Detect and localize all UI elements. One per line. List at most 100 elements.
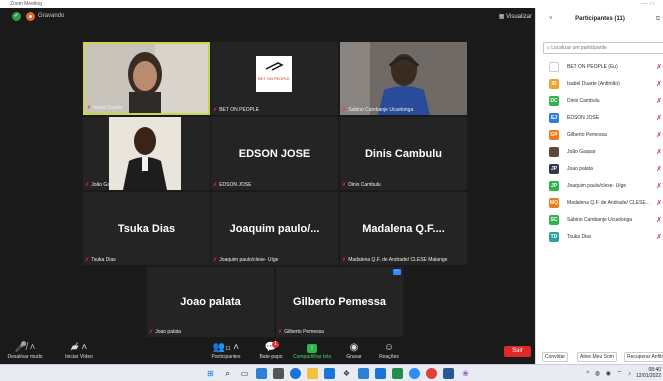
more-options-icon[interactable]: ··· xyxy=(393,269,401,275)
chat-button[interactable]: 💬 1 Bate-papo xyxy=(254,341,288,360)
participant-avatar: MQ xyxy=(549,198,559,208)
video-tile[interactable]: BET ON PEOPLE ✗ BET ON PEOPLE xyxy=(211,42,338,115)
video-tile[interactable]: Tsuka Dias ✗ Tsuka Dias xyxy=(83,192,210,265)
mic-muted-icon: ✗ xyxy=(85,182,90,188)
mic-muted-icon[interactable]: ✗ xyxy=(656,165,662,173)
video-tile[interactable]: Joao palata ✗ Joao palata xyxy=(147,267,274,337)
mic-muted-icon: ✗ xyxy=(85,257,90,263)
participants-icon: 👥11 ˄ xyxy=(212,342,240,353)
clock[interactable]: 08:40 12/01/2022 xyxy=(636,367,661,379)
zoom-icon[interactable] xyxy=(409,368,420,379)
video-tile[interactable]: Dinis Cambulu ✗ Dinis Cambulu xyxy=(340,117,467,190)
participant-row[interactable]: JP Joaquim paulo/clese- Uíge ✗ xyxy=(536,178,663,195)
system-tray[interactable]: ^ ◍ ◉ ⌔ ♪ xyxy=(586,369,633,377)
participant-row-name: BET ON PEOPLE (Eu) xyxy=(567,64,618,70)
app-icon[interactable]: ❖ xyxy=(341,368,352,379)
mic-muted-icon: ✗ xyxy=(342,107,347,113)
chat-badge: 1 xyxy=(272,341,279,348)
video-tile[interactable]: Madalena Q.F.... ✗ Madalena Q.F. de Andra… xyxy=(340,192,467,265)
leave-button[interactable]: Sair xyxy=(504,346,531,357)
video-tile[interactable]: ··· Gilberto Pemessa ✗ Gilberto Pemessa xyxy=(276,267,403,337)
mic-muted-icon[interactable]: ✗ xyxy=(656,97,662,105)
mic-muted-icon[interactable]: ✗ xyxy=(656,114,662,122)
unmute-button[interactable]: 🎤̸ ˄ Desativar mudo xyxy=(4,341,46,360)
mic-muted-icon[interactable]: ✗ xyxy=(656,63,662,71)
windows-taskbar: ⊞ ⌕ ▭ ❖ ❀ ^ ◍ ◉ ⌔ ♪ 08:40 12/01/2022 xyxy=(0,364,663,381)
video-tile[interactable]: EDSON JOSE ✗ EDSON JOSE xyxy=(211,117,338,190)
participant-avatar: JP xyxy=(549,181,559,191)
participant-avatar: ID xyxy=(549,79,559,89)
app-icon[interactable] xyxy=(256,368,267,379)
recover-host-button[interactable]: Recuperar Anfitrião xyxy=(624,352,663,362)
participant-row[interactable]: JP Joao palata ✗ xyxy=(536,161,663,178)
participant-big-name: Dinis Cambulu xyxy=(364,147,442,160)
reactions-button[interactable]: ☺ Reações xyxy=(374,341,404,360)
start-video-button[interactable]: ▰̸ ˄ Iniciar Vídeo xyxy=(58,341,100,360)
video-tile[interactable]: ✗ Isabel Duarte xyxy=(83,42,210,115)
participant-name: Isabel Duarte xyxy=(93,105,123,111)
participant-row[interactable]: EJ EDSON JOSE ✗ xyxy=(536,110,663,127)
view-button[interactable]: ▦ Visualizar xyxy=(499,13,532,20)
reactions-label: Reações xyxy=(379,354,399,360)
participant-search-input[interactable]: ⌕ Localizar um participante xyxy=(543,42,663,54)
invite-button[interactable]: Convidar xyxy=(542,352,569,362)
participant-row[interactable]: DC Dinis Cambulu ✗ xyxy=(536,93,663,110)
app-icon[interactable]: ❀ xyxy=(460,368,471,379)
video-tile[interactable]: ✗ João Gaspar xyxy=(83,117,210,190)
video-tile[interactable]: ✗ Sabino Cambanje Ucuelonga xyxy=(340,42,467,115)
mic-muted-icon: 🎤̸ ˄ xyxy=(14,342,36,353)
participants-label: Participantes xyxy=(211,354,241,360)
window-controls[interactable]: — ▭ xyxy=(642,0,655,7)
participant-row-name: Isabel Duarte (Anfitrião) xyxy=(567,81,620,87)
participants-button[interactable]: 👥11 ˄ Participantes xyxy=(204,341,248,360)
chrome-icon[interactable] xyxy=(426,368,437,379)
share-screen-button[interactable]: ↑ Compartilhar tela xyxy=(290,341,334,360)
app-icon[interactable] xyxy=(324,368,335,379)
search-icon[interactable]: ⌕ xyxy=(222,368,233,379)
participant-photo xyxy=(340,42,467,115)
participant-row-name: Madalena Q.F. de Andrade/ CLESE... xyxy=(567,200,650,206)
share-screen-icon: ↑ xyxy=(307,344,317,353)
participant-row[interactable]: ID Isabel Duarte (Anfitrião) ✗ xyxy=(536,76,663,93)
app-icon[interactable] xyxy=(375,368,386,379)
record-button[interactable]: ◉ Gravar xyxy=(340,341,368,360)
participant-name: Joaquim paulo/clese- Uíge xyxy=(219,257,279,263)
task-view-icon[interactable]: ▭ xyxy=(239,368,250,379)
app-icon[interactable] xyxy=(273,368,284,379)
mic-muted-icon[interactable]: ✗ xyxy=(656,216,662,224)
mic-muted-icon[interactable]: ✗ xyxy=(656,80,662,88)
unmute-me-button[interactable]: Ative Meu Som xyxy=(577,352,617,362)
participant-photo xyxy=(85,44,208,113)
mail-icon[interactable] xyxy=(358,368,369,379)
mic-muted-icon[interactable]: ✗ xyxy=(656,199,662,207)
participant-row[interactable]: SC Sabino Cambanje Ucuelonga ✗ xyxy=(536,212,663,229)
participant-avatar xyxy=(549,62,559,72)
participant-name: Sabino Cambanje Ucuelonga xyxy=(348,107,414,113)
mic-muted-icon[interactable]: ✗ xyxy=(656,182,662,190)
meeting-toolbar: 🎤̸ ˄ Desativar mudo ▰̸ ˄ Iniciar Vídeo 👥… xyxy=(0,338,535,364)
windows-start-icon[interactable]: ⊞ xyxy=(205,368,216,379)
participant-row[interactable]: TD Tsuka Dias ✗ xyxy=(536,229,663,246)
participant-row-name: Tsuka Dias xyxy=(567,234,592,240)
participant-row[interactable]: João Gaspar ✗ xyxy=(536,144,663,161)
smiley-icon: ☺ xyxy=(383,342,395,353)
meeting-topbar: ✓ Gravando ▦ Visualizar xyxy=(0,8,535,26)
shield-icon[interactable]: ✓ xyxy=(12,12,21,21)
edge-icon[interactable] xyxy=(290,368,301,379)
start-video-label: Iniciar Vídeo xyxy=(65,354,93,360)
popout-icon[interactable]: ⧉ xyxy=(656,16,660,23)
mic-muted-icon[interactable]: ✗ xyxy=(656,233,662,241)
participant-row[interactable]: BET ON PEOPLE (Eu) ✗ xyxy=(536,59,663,76)
folder-icon[interactable] xyxy=(307,368,318,379)
mic-muted-icon[interactable]: ✗ xyxy=(656,148,662,156)
participant-row[interactable]: MQ Madalena Q.F. de Andrade/ CLESE... ✗ xyxy=(536,195,663,212)
video-tile[interactable]: Joaquim paulo/... ✗ Joaquim paulo/clese- … xyxy=(211,192,338,265)
participant-big-name: Gilberto Pemessa xyxy=(293,296,386,309)
participant-row-name: Joao palata xyxy=(567,166,593,172)
participant-row[interactable]: GP Gilberto Pemessa ✗ xyxy=(536,127,663,144)
mic-muted-icon: ✗ xyxy=(278,329,283,335)
excel-icon[interactable] xyxy=(392,368,403,379)
chevron-down-icon[interactable]: ˅ xyxy=(549,16,553,22)
word-icon[interactable] xyxy=(443,368,454,379)
mic-muted-icon[interactable]: ✗ xyxy=(656,131,662,139)
